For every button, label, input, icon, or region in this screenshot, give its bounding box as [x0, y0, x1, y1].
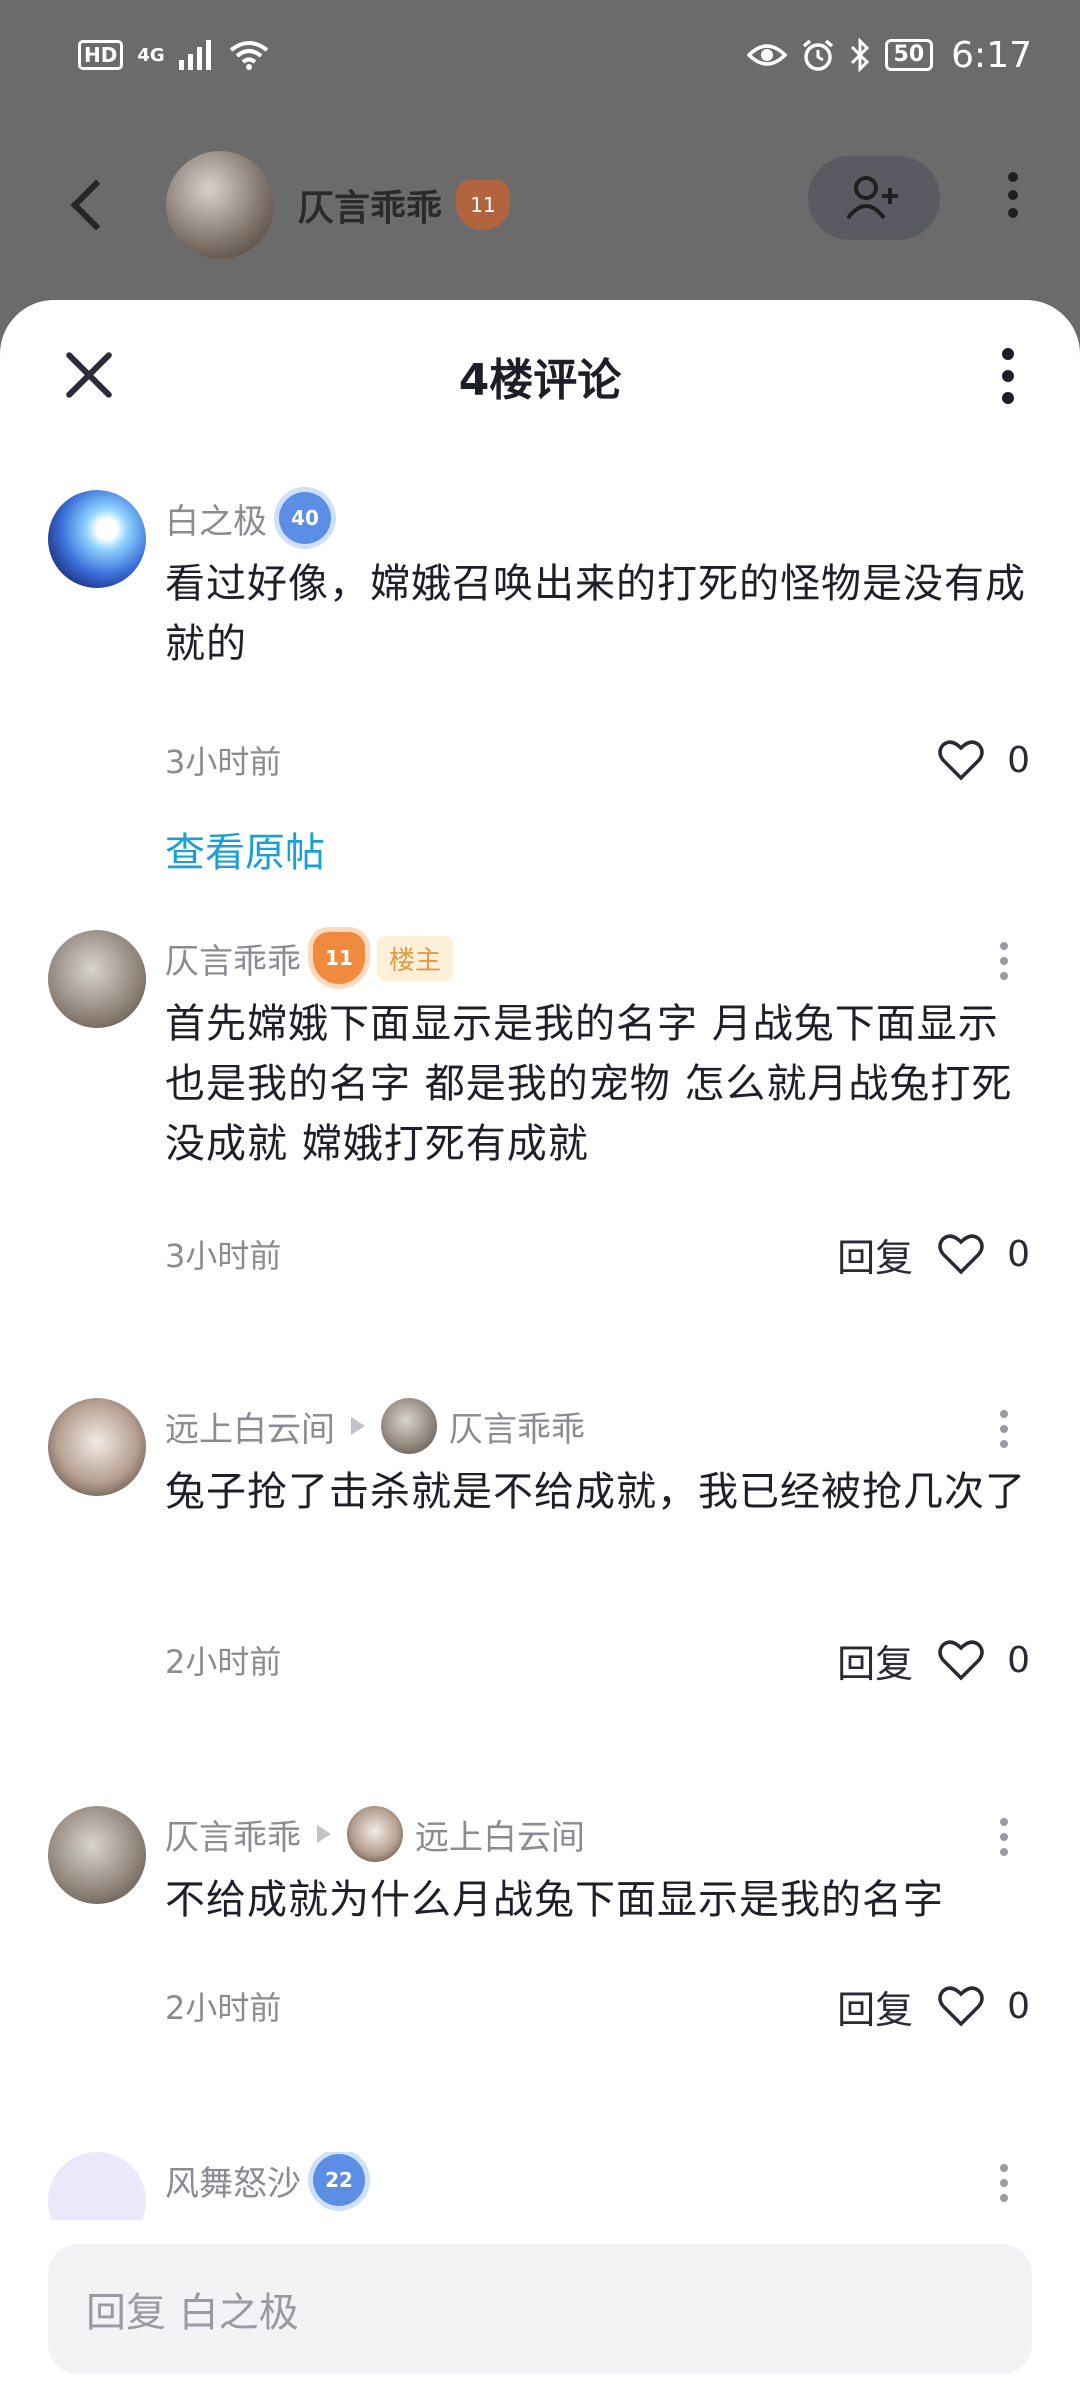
comment-text: 不给成就为什么月战兔下面显示是我的名字 [165, 1877, 944, 1923]
hd-indicator: HD [78, 40, 124, 70]
comment-sheet: 4楼评论 白之极 40 看过好像，嫦娥召唤出来的打死的怪物是没有成就的 3小时前… [0, 300, 1080, 2400]
like-count: 0 [1007, 739, 1030, 781]
more-options-icon[interactable] [1008, 172, 1018, 218]
sheet-more-icon[interactable] [1002, 348, 1014, 404]
item-more-icon[interactable] [1000, 1410, 1008, 1448]
level-badge: 22 [313, 2154, 365, 2206]
reply-input-placeholder: 回复 白之极 [86, 2290, 299, 2336]
comment-body: 风舞怒沙 22 [165, 2152, 1030, 2208]
comment-text: 看过好像，嫦娥召唤出来的打死的怪物是没有成就的 [165, 561, 1026, 667]
owner-tag: 楼主 [377, 935, 454, 981]
level-badge: 40 [279, 492, 331, 544]
username[interactable]: 远上白云间 [165, 1402, 335, 1451]
item-more-icon[interactable] [1000, 1818, 1008, 1856]
follow-button[interactable] [808, 156, 940, 240]
timestamp: 3小时前 [165, 1237, 282, 1275]
heart-icon[interactable] [935, 1980, 987, 2032]
author-name[interactable]: 仄言乖乖 [298, 179, 442, 231]
timestamp: 2小时前 [165, 1989, 282, 2027]
wifi-icon [229, 41, 268, 70]
item-more-icon[interactable] [1000, 2164, 1008, 2202]
item-more-icon[interactable] [1000, 942, 1008, 980]
comment-meta: 仄言乖乖 11 楼主 [165, 930, 1030, 986]
bluetooth-icon [850, 38, 869, 72]
avatar[interactable] [48, 2152, 146, 2220]
comment-text: 兔子抢了击杀就是不给成就，我已经被抢几次了 [165, 1469, 1026, 1515]
username[interactable]: 白之极 [165, 494, 267, 543]
comment-footer: 2小时前 回复 0 [165, 1976, 1030, 2036]
eye-icon [746, 44, 787, 66]
level-badge: 11 [313, 932, 365, 984]
back-arrow-icon[interactable] [70, 179, 122, 231]
username[interactable]: 仄言乖乖 [165, 934, 301, 983]
comment-body: 仄言乖乖 11 楼主 首先嫦娥下面显示是我的名字 月战兔下面显示也是我的名字 都… [165, 930, 1030, 1174]
reply-to-username[interactable]: 仄言乖乖 [449, 1402, 585, 1451]
username[interactable]: 风舞怒沙 [165, 2156, 301, 2205]
sheet-title: 4楼评论 [458, 355, 622, 406]
status-bar: HD 4G 50 6:17 [0, 0, 1080, 110]
status-left: HD 4G [78, 40, 269, 70]
heart-icon[interactable] [935, 1228, 987, 1280]
like-count: 0 [1007, 1639, 1030, 1681]
post-header: 仄言乖乖 11 [0, 110, 1080, 300]
comment-meta: 远上白云间 仄言乖乖 [165, 1398, 1030, 1454]
like-count: 0 [1007, 1985, 1030, 2027]
comment-footer: 3小时前 回复 0 [165, 1224, 1030, 1284]
comment-meta: 仄言乖乖 远上白云间 [165, 1806, 1030, 1862]
reply-to-arrow-icon [317, 1825, 331, 1843]
avatar[interactable] [48, 1398, 146, 1496]
author-avatar[interactable] [166, 151, 274, 259]
comment-footer: 2小时前 回复 0 [165, 1630, 1030, 1690]
comment-text: 首先嫦娥下面显示是我的名字 月战兔下面显示也是我的名字 都是我的宠物 怎么就月战… [165, 1001, 1013, 1167]
comment-body: 白之极 40 看过好像，嫦娥召唤出来的打死的怪物是没有成就的 [165, 490, 1030, 674]
view-original-link[interactable]: 查看原帖 [165, 820, 325, 878]
reply-button[interactable]: 回复 [837, 1979, 913, 2034]
status-right: 50 6:17 [746, 34, 1032, 76]
reply-to-avatar[interactable] [347, 1806, 403, 1862]
reply-to-arrow-icon [351, 1417, 365, 1435]
heart-icon[interactable] [935, 734, 987, 786]
alarm-icon [802, 39, 833, 71]
comment-body: 仄言乖乖 远上白云间 不给成就为什么月战兔下面显示是我的名字 [165, 1806, 1030, 1930]
comment-footer: 3小时前 0 [165, 730, 1030, 790]
network-label: 4G [137, 44, 165, 66]
add-user-icon [846, 176, 898, 220]
like-count: 0 [1007, 1233, 1030, 1275]
timestamp: 3小时前 [165, 743, 282, 781]
comment-body: 远上白云间 仄言乖乖 兔子抢了击杀就是不给成就，我已经被抢几次了 [165, 1398, 1030, 1522]
author-level-badge: 11 [456, 180, 511, 230]
timestamp: 2小时前 [165, 1643, 282, 1681]
username[interactable]: 仄言乖乖 [165, 1810, 301, 1859]
comment-meta: 白之极 40 [165, 490, 1030, 546]
reply-input[interactable]: 回复 白之极 [48, 2244, 1032, 2374]
avatar[interactable] [48, 490, 146, 588]
signal-icon [178, 40, 211, 70]
clock: 6:17 [951, 34, 1032, 76]
reply-button[interactable]: 回复 [837, 1227, 913, 1282]
comment-meta: 风舞怒沙 22 [165, 2152, 1030, 2208]
reply-to-username[interactable]: 远上白云间 [415, 1810, 585, 1859]
reply-to-avatar[interactable] [381, 1398, 437, 1454]
battery-indicator: 50 [884, 39, 934, 71]
avatar[interactable] [48, 930, 146, 1028]
reply-button[interactable]: 回复 [837, 1633, 913, 1688]
sheet-header: 4楼评论 [0, 300, 1080, 450]
reply-item: 风舞怒沙 22 [0, 2152, 1080, 2220]
heart-icon[interactable] [935, 1634, 987, 1686]
avatar[interactable] [48, 1806, 146, 1904]
